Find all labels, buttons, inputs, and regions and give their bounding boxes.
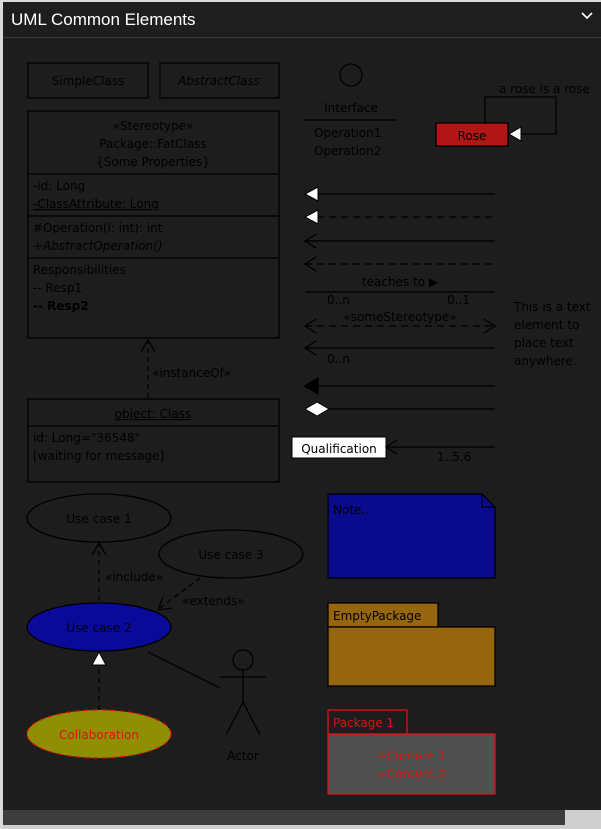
object-name: object: Class <box>115 407 191 421</box>
diagram-canvas: SimpleClass AbstractClass «Stereotype» P… <box>3 38 601 810</box>
actor-label: Actor <box>227 749 259 763</box>
fat-class-properties: {Some Properties} <box>96 155 210 169</box>
include-label: «include» <box>105 570 163 584</box>
fat-class-attr1: -id: Long <box>33 179 85 193</box>
interface-name: Interface <box>324 101 378 115</box>
actor[interactable]: Actor <box>220 649 266 763</box>
qualification-mult: 1..5,6 <box>437 450 471 464</box>
use-case-2[interactable]: Use case 2 <box>26 602 172 652</box>
rose-self-note: a rose is a rose <box>499 82 590 96</box>
use-case-1-label: Use case 1 <box>66 512 131 526</box>
qualified-association[interactable]: Qualification 1..5,6 <box>291 436 495 464</box>
fat-class-op1: #Operation(i: int): int <box>33 221 163 235</box>
generalization-arrow[interactable] <box>303 186 495 202</box>
teaches-label: teaches to ▶ <box>362 275 439 289</box>
object-line1: id: Long="36548" <box>33 431 140 445</box>
fat-class-stereotype: «Stereotype» <box>113 119 194 133</box>
note-label: Note.. <box>333 503 369 517</box>
free-text-line2: element to <box>514 318 579 332</box>
free-text-line3: place text <box>514 336 574 350</box>
realization-link[interactable] <box>91 650 107 710</box>
fat-class-resp2: -- Resp2 <box>33 299 89 313</box>
object-instance[interactable]: object: Class id: Long="36548" [waiting … <box>27 398 280 483</box>
abstract-class-label: AbstractClass <box>177 74 260 88</box>
multiplicity-association[interactable]: 0..n <box>303 340 495 366</box>
collaboration-label: Collaboration <box>59 728 139 742</box>
palette-header[interactable]: UML Common Elements <box>3 2 601 38</box>
use-case-1[interactable]: Use case 1 <box>26 493 172 543</box>
instance-of-label: «instanceOf» <box>152 366 231 380</box>
mult-left: 0..n <box>327 293 350 307</box>
use-case-3[interactable]: Use case 3 <box>158 529 304 579</box>
some-stereotype-label: «someStereotype» <box>343 310 456 324</box>
note-element[interactable]: Note.. <box>327 493 496 579</box>
dependency-arrow[interactable] <box>303 256 495 272</box>
fat-class-op2: +AbstractOperation() <box>33 239 163 253</box>
collaboration[interactable]: Collaboration <box>26 709 172 759</box>
association-arrow[interactable] <box>303 233 495 249</box>
package-1-content2: +Content 2 <box>376 767 445 781</box>
named-association[interactable]: teaches to ▶ 0..n 0..1 <box>305 275 495 307</box>
mult-bottom: 0..n <box>327 352 350 366</box>
uml-elements-svg: SimpleClass AbstractClass «Stereotype» P… <box>26 62 591 795</box>
palette-title: UML Common Elements <box>11 10 196 29</box>
interface-op2: Operation2 <box>314 144 381 158</box>
fat-class-resp-title: Responsibilities <box>33 263 126 277</box>
use-case-3-label: Use case 3 <box>198 548 263 562</box>
interface-element[interactable]: Interface Operation1 Operation2 <box>305 63 397 158</box>
simple-class[interactable]: SimpleClass <box>27 62 149 99</box>
extends-label: «extends» <box>182 594 245 608</box>
fat-class-resp1: -- Resp1 <box>33 281 82 295</box>
palette-window: UML Common Elements SimpleClass Abstract… <box>0 0 601 829</box>
empty-package-label: EmptyPackage <box>333 609 421 623</box>
instance-of-link[interactable]: «instanceOf» <box>140 338 231 398</box>
object-line2: [waiting for message] <box>33 449 164 463</box>
extends-link[interactable]: «extends» <box>156 577 245 611</box>
interface-op1: Operation1 <box>314 126 381 140</box>
package-1[interactable]: Package 1 +Content 1 +Content 2 <box>327 709 496 795</box>
text-element[interactable]: This is a text element to place text any… <box>513 300 591 368</box>
abstract-class[interactable]: AbstractClass <box>159 62 280 99</box>
qualification-label: Qualification <box>301 442 377 456</box>
fat-class[interactable]: «Stereotype» Package::FatClass {Some Pro… <box>27 110 280 339</box>
rose-class[interactable]: Rose a rose is a rose <box>435 82 590 147</box>
fat-class-attr2: -ClassAttribute: Long <box>33 197 159 211</box>
stereotyped-dependency[interactable]: «someStereotype» <box>303 310 497 334</box>
use-case-2-label: Use case 2 <box>66 621 131 635</box>
empty-package[interactable]: EmptyPackage <box>327 602 496 687</box>
include-link[interactable]: «include» <box>91 541 163 601</box>
simple-class-label: SimpleClass <box>52 74 125 88</box>
mult-right: 0..1 <box>447 293 470 307</box>
actor-link[interactable] <box>147 651 221 689</box>
realization-arrow[interactable] <box>303 209 495 225</box>
free-text-line4: anywhere. <box>514 354 577 368</box>
fat-class-name: Package::FatClass <box>99 137 206 151</box>
rose-label: Rose <box>458 129 487 143</box>
composition-arrow[interactable] <box>302 377 495 395</box>
aggregation-diamond[interactable] <box>304 401 495 417</box>
free-text-line1: This is a text <box>513 300 591 314</box>
horizontal-scrollbar-thumb[interactable] <box>3 810 565 825</box>
package-1-label: Package 1 <box>333 716 394 730</box>
package-1-content1: +Content 1 <box>376 749 445 763</box>
chevron-down-icon[interactable] <box>579 8 595 24</box>
